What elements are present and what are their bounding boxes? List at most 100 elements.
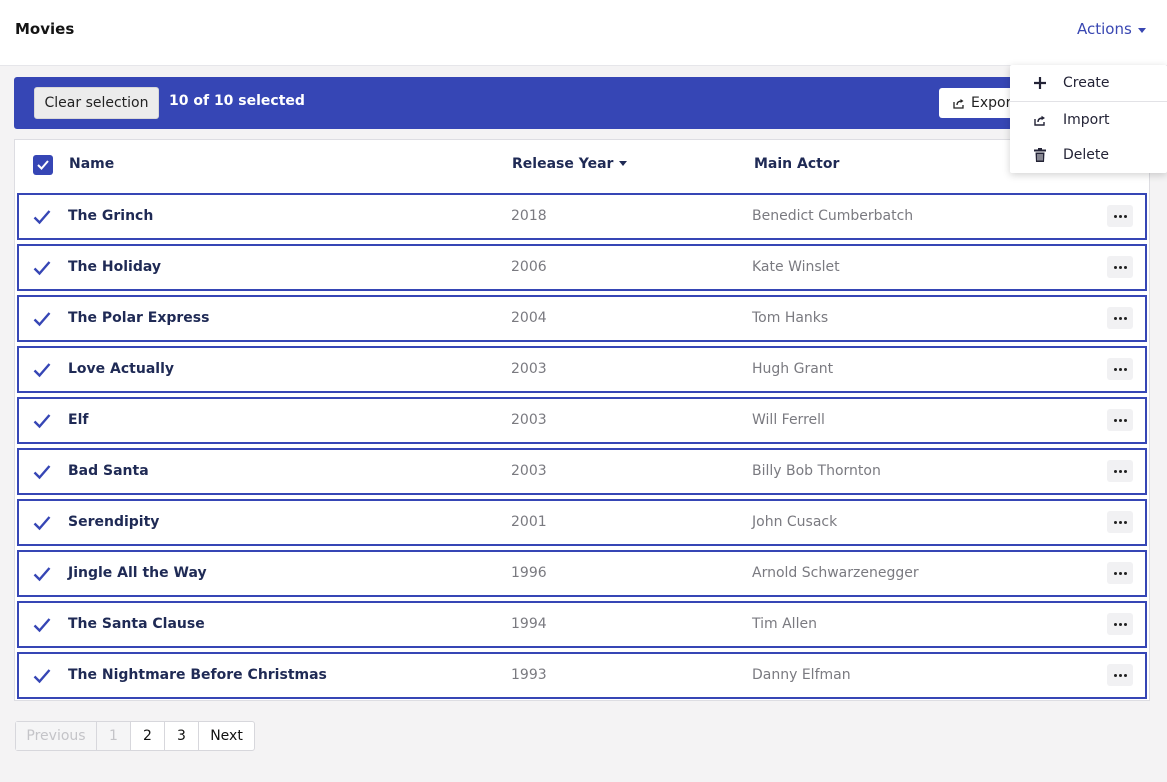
release-year: 1994 [511, 616, 547, 632]
main-actor: Tom Hanks [752, 310, 829, 326]
movie-name: Serendipity [68, 514, 160, 530]
actions-label: Actions [1077, 20, 1132, 38]
actions-dropdown-menu: Create Import Delete [1010, 65, 1167, 173]
row-checkbox-checked-icon[interactable] [33, 311, 51, 327]
previous-page-button[interactable]: Previous [16, 722, 97, 750]
release-year: 2001 [511, 514, 547, 530]
row-more-button[interactable] [1107, 358, 1133, 380]
sort-descending-icon [619, 161, 628, 166]
movie-name: Love Actually [68, 361, 174, 377]
movie-name: The Santa Clause [68, 616, 205, 632]
clear-selection-button[interactable]: Clear selection [34, 87, 159, 119]
more-options-icon [1113, 673, 1127, 677]
release-year: 2003 [511, 361, 547, 377]
more-options-icon [1113, 265, 1127, 269]
row-more-button[interactable] [1107, 460, 1133, 482]
release-year: 2006 [511, 259, 547, 275]
release-year: 2003 [511, 412, 547, 428]
more-options-icon [1113, 367, 1127, 371]
release-year: 2004 [511, 310, 547, 326]
row-more-button[interactable] [1107, 613, 1133, 635]
column-header-main-actor[interactable]: Main Actor [754, 156, 839, 172]
movie-name: Jingle All the Way [68, 565, 207, 581]
actions-dropdown-toggle[interactable]: Actions [1077, 20, 1146, 38]
main-actor: Will Ferrell [752, 412, 825, 428]
check-icon [37, 160, 49, 170]
column-header-name[interactable]: Name [69, 156, 114, 172]
row-checkbox-checked-icon[interactable] [33, 566, 51, 582]
import-icon [1032, 112, 1048, 128]
row-more-button[interactable] [1107, 256, 1133, 278]
page-button-2[interactable]: 2 [131, 722, 165, 750]
row-more-button[interactable] [1107, 409, 1133, 431]
release-year: 2003 [511, 463, 547, 479]
menu-item-create[interactable]: Create [1010, 65, 1167, 101]
table-row[interactable]: The Nightmare Before Christmas 1993 Danny … [17, 652, 1147, 699]
row-more-button[interactable] [1107, 205, 1133, 227]
table-row[interactable]: Serendipity 2001 John Cusack [17, 499, 1147, 546]
main-actor: John Cusack [752, 514, 838, 530]
movie-name: The Holiday [68, 259, 161, 275]
row-checkbox-checked-icon[interactable] [33, 668, 51, 684]
row-checkbox-checked-icon[interactable] [33, 515, 51, 531]
table-row[interactable]: The Grinch 2018 Benedict Cumberbatch [17, 193, 1147, 240]
pagination: Previous 1 2 3 Next [15, 721, 255, 751]
menu-item-delete[interactable]: Delete [1010, 137, 1167, 173]
column-header-label: Release Year [512, 156, 614, 172]
caret-down-icon [1137, 27, 1146, 33]
main-actor: Billy Bob Thornton [752, 463, 881, 479]
row-checkbox-checked-icon[interactable] [33, 464, 51, 480]
main-actor: Kate Winslet [752, 259, 840, 275]
movie-name: The Polar Express [68, 310, 210, 326]
table-row[interactable]: Jingle All the Way 1996 Arnold Schwarzeneg… [17, 550, 1147, 597]
menu-item-label: Import [1063, 112, 1110, 128]
row-more-button[interactable] [1107, 562, 1133, 584]
trash-icon [1032, 147, 1048, 163]
main-actor: Danny Elfman [752, 667, 851, 683]
row-checkbox-checked-icon[interactable] [33, 362, 51, 378]
more-options-icon [1113, 469, 1127, 473]
column-header-release-year[interactable]: Release Year [512, 156, 628, 172]
top-bar: Movies Actions [0, 0, 1167, 66]
row-more-button[interactable] [1107, 307, 1133, 329]
release-year: 1996 [511, 565, 547, 581]
page-button-1[interactable]: 1 [97, 722, 131, 750]
movie-name: Elf [68, 412, 89, 428]
main-actor: Tim Allen [752, 616, 817, 632]
row-more-button[interactable] [1107, 511, 1133, 533]
more-options-icon [1113, 214, 1127, 218]
table-row[interactable]: Bad Santa 2003 Billy Bob Thornton [17, 448, 1147, 495]
menu-item-label: Create [1063, 75, 1110, 91]
table-row[interactable]: Love Actually 2003 Hugh Grant [17, 346, 1147, 393]
table-row[interactable]: The Santa Clause 1994 Tim Allen [17, 601, 1147, 648]
more-options-icon [1113, 622, 1127, 626]
bulk-selection-bar: Clear selection 10 of 10 selected Export [14, 77, 1167, 129]
movie-name: The Nightmare Before Christmas [68, 667, 327, 683]
movie-name: Bad Santa [68, 463, 149, 479]
table-row[interactable]: Elf 2003 Will Ferrell [17, 397, 1147, 444]
row-checkbox-checked-icon[interactable] [33, 260, 51, 276]
page-button-3[interactable]: 3 [165, 722, 199, 750]
export-icon [953, 98, 964, 109]
release-year: 2018 [511, 208, 547, 224]
table-row[interactable]: The Polar Express 2004 Tom Hanks [17, 295, 1147, 342]
plus-icon [1032, 75, 1048, 91]
row-checkbox-checked-icon[interactable] [33, 617, 51, 633]
menu-item-label: Delete [1063, 147, 1109, 163]
main-actor: Benedict Cumberbatch [752, 208, 914, 224]
row-more-button[interactable] [1107, 664, 1133, 686]
row-checkbox-checked-icon[interactable] [33, 413, 51, 429]
release-year: 1993 [511, 667, 547, 683]
menu-item-import[interactable]: Import [1010, 102, 1167, 138]
main-actor: Arnold Schwarzenegger [752, 565, 919, 581]
movies-table: Name Release Year Main Actor The Grinch 2… [14, 139, 1150, 701]
next-page-button[interactable]: Next [199, 722, 254, 750]
row-checkbox-checked-icon[interactable] [33, 209, 51, 225]
select-all-checkbox[interactable] [33, 155, 53, 175]
more-options-icon [1113, 571, 1127, 575]
more-options-icon [1113, 316, 1127, 320]
more-options-icon [1113, 520, 1127, 524]
main-actor: Hugh Grant [752, 361, 834, 377]
table-row[interactable]: The Holiday 2006 Kate Winslet [17, 244, 1147, 291]
more-options-icon [1113, 418, 1127, 422]
